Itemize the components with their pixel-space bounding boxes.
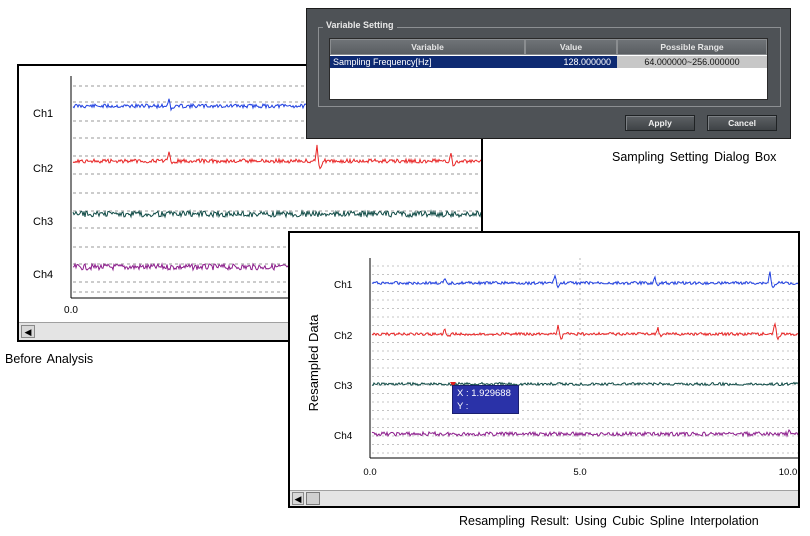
caption-resampling-result: Resampling Result: Using Cubic Spline In… [459, 514, 759, 528]
cursor-readout-tooltip: X : 1.929688 Y : 11.580100 [452, 385, 519, 425]
x-tick-label: 10.0 [779, 467, 798, 478]
left-arrow-icon: ◀ [24, 327, 32, 337]
channel-label: Ch4 [334, 431, 353, 442]
waveform-ch4 [371, 428, 798, 438]
y-axis-label: Resampled Data [306, 314, 321, 412]
x-tick-label: 0.0 [64, 305, 78, 316]
apply-button[interactable]: Apply [625, 115, 695, 131]
column-header-value[interactable]: Value [525, 39, 617, 55]
resampled-result-window: Ch1 Ch2 Ch3 Ch4 0.0 5.0 10.0 Resampled Data X :… [288, 231, 800, 508]
scroll-left-button[interactable]: ◀ [292, 492, 304, 505]
scroll-left-button[interactable]: ◀ [21, 325, 35, 338]
waveform-ch1 [371, 271, 798, 289]
variable-table: Variable Value Possible Range Sampling F… [329, 38, 768, 100]
column-header-variable[interactable]: Variable [330, 39, 525, 55]
channel-label: Ch1 [33, 108, 53, 120]
table-row[interactable]: Sampling Frequency[Hz] 128.000000 64.000… [330, 56, 767, 68]
cancel-button[interactable]: Cancel [707, 115, 777, 131]
scroll-thumb[interactable] [306, 492, 320, 505]
x-tick-label: 5.0 [573, 467, 586, 478]
waveform-ch3 [371, 381, 798, 387]
cursor-x-readout: X : 1.929688 [457, 388, 511, 399]
channel-label: Ch3 [334, 381, 353, 392]
channel-label: Ch1 [334, 280, 353, 291]
channel-label: Ch3 [33, 216, 53, 228]
resampled-chart: Ch1 Ch2 Ch3 Ch4 0.0 5.0 10.0 Resampled Data [306, 258, 798, 478]
resampled-horizontal-scrollbar[interactable]: ◀ [290, 490, 798, 506]
column-header-possible-range[interactable]: Possible Range [617, 39, 767, 55]
caption-before-analysis: Before Analysis [5, 352, 94, 366]
waveform-ch3 [72, 209, 481, 219]
cell-value[interactable]: 128.000000 [525, 56, 617, 68]
waveform-ch2 [371, 322, 798, 341]
cursor-y-readout: Y : 11.580100 [457, 401, 502, 425]
channel-label: Ch2 [33, 163, 53, 175]
channel-label: Ch2 [334, 331, 353, 342]
variable-setting-group-title: Variable Setting [323, 20, 397, 30]
waveform-ch2 [72, 144, 481, 170]
channel-label: Ch4 [33, 269, 53, 281]
caption-sampling-dialog: Sampling Setting Dialog Box [612, 150, 777, 164]
cell-variable: Sampling Frequency[Hz] [330, 56, 525, 68]
cell-possible-range: 64.000000~256.000000 [617, 56, 767, 68]
sampling-setting-dialog: Variable Setting Variable Value Possible… [306, 8, 791, 139]
x-tick-label: 0.0 [363, 467, 376, 478]
left-arrow-icon: ◀ [294, 494, 302, 504]
